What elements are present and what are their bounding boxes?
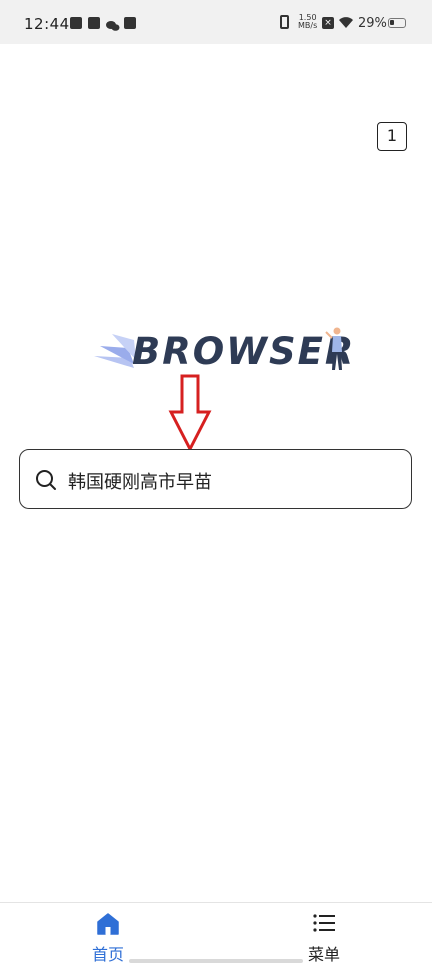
logo-person-icon	[325, 327, 342, 370]
battery-level	[390, 20, 394, 25]
home-icon	[97, 913, 119, 935]
vibrate-icon	[280, 15, 289, 29]
bottom-nav: 首页 菜单	[0, 902, 432, 965]
status-bar: 12:44 1.50 MB/s × 29%	[0, 0, 432, 44]
play-store-notification-icon	[70, 17, 82, 29]
browser-logo: BROWSER	[90, 326, 356, 374]
battery-icon	[388, 18, 406, 28]
nav-home-button[interactable]: 首页	[72, 909, 144, 964]
status-time: 12:44	[24, 15, 70, 33]
menu-list-icon	[313, 914, 335, 932]
search-query-text: 韩国硬刚高市早苗	[68, 472, 212, 493]
home-indicator[interactable]	[129, 959, 303, 963]
search-icon	[36, 470, 56, 490]
network-speed-unit: MB/s	[298, 21, 318, 30]
red-down-arrow-icon	[168, 374, 212, 452]
network-speed: 1.50 MB/s	[298, 14, 317, 30]
battery-percent: 29%	[358, 16, 387, 31]
wechat-notification-icon	[106, 17, 120, 31]
logo-text: BROWSER	[132, 330, 356, 373]
nav-menu-button[interactable]: 菜单	[288, 909, 360, 964]
search-input[interactable]: 韩国硬刚高市早苗	[19, 449, 412, 509]
no-sim-icon: ×	[322, 17, 334, 29]
app-notification-icon	[124, 17, 136, 29]
tab-count-button[interactable]: 1	[377, 122, 407, 151]
wifi-icon	[339, 17, 353, 28]
mail-notification-icon	[88, 17, 100, 29]
